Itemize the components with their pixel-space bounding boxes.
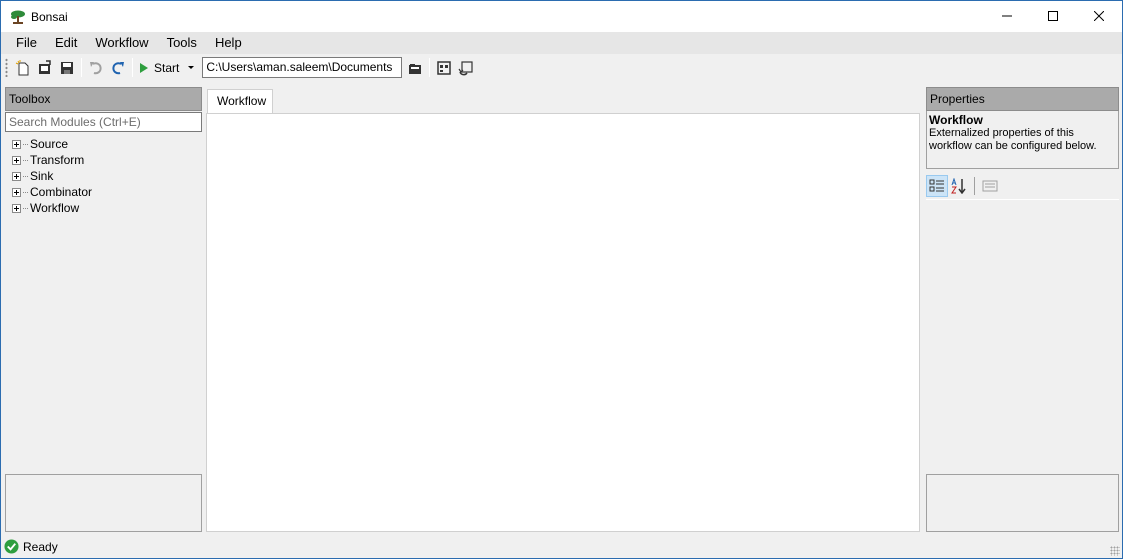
tree-connector — [23, 159, 28, 161]
property-help-panel — [926, 474, 1119, 532]
status-text: Ready — [23, 539, 58, 554]
module-tree: Source Transform Sink Combinator Workflo — [5, 136, 202, 216]
directory-path-input[interactable]: C:\Users\aman.saleem\Documents — [202, 57, 403, 78]
properties-toolbar — [926, 175, 1119, 197]
tree-connector — [23, 143, 28, 145]
toolbar-separator — [132, 58, 133, 77]
tree-connector — [23, 191, 28, 193]
properties-text: Externalized properties of this workflow… — [929, 127, 1097, 152]
menu-help[interactable]: Help — [206, 32, 251, 54]
tree-item-combinator[interactable]: Combinator — [5, 184, 202, 200]
menu-workflow[interactable]: Workflow — [86, 32, 157, 54]
close-button[interactable] — [1076, 1, 1122, 31]
properties-header: Properties — [926, 87, 1119, 111]
alphabetical-button[interactable] — [948, 175, 970, 197]
categorized-icon — [929, 179, 944, 192]
start-label: Start — [154, 60, 180, 75]
expand-icon[interactable] — [12, 203, 21, 213]
undo-button[interactable] — [85, 57, 107, 79]
properties-description: Workflow Externalized properties of this… — [926, 111, 1119, 169]
start-button[interactable]: Start — [136, 57, 200, 79]
maximize-icon — [1048, 11, 1058, 21]
status-bar: Ready — [1, 535, 1122, 558]
window-title: Bonsai — [31, 9, 68, 24]
properties-title: Workflow — [929, 113, 983, 127]
reload-extensions-button[interactable] — [455, 57, 477, 79]
open-button[interactable] — [34, 57, 56, 79]
expand-icon[interactable] — [12, 187, 21, 197]
bonsai-tree-icon — [10, 9, 26, 25]
resize-grip-icon[interactable] — [1110, 546, 1120, 556]
tree-item-label: Workflow — [30, 201, 80, 215]
maximize-button[interactable] — [1030, 1, 1076, 31]
toolbar-separator — [974, 177, 975, 195]
save-button[interactable] — [56, 57, 78, 79]
tab-workflow[interactable]: Workflow — [207, 89, 273, 114]
redo-button[interactable] — [107, 57, 129, 79]
tree-item-workflow[interactable]: Workflow — [5, 200, 202, 216]
tree-item-label: Sink — [30, 169, 54, 183]
undo-icon — [90, 61, 102, 74]
tree-item-transform[interactable]: Transform — [5, 152, 202, 168]
search-modules-input[interactable]: Search Modules (Ctrl+E) — [5, 112, 202, 132]
expand-icon[interactable] — [12, 139, 21, 149]
folder-icon — [409, 63, 422, 74]
toolbar-separator — [429, 58, 431, 77]
minimize-icon — [1002, 15, 1012, 17]
tree-connector — [23, 175, 28, 177]
open-file-icon — [39, 59, 51, 74]
check-circle-icon — [4, 539, 19, 554]
expand-icon[interactable] — [12, 155, 21, 165]
tree-item-source[interactable]: Source — [5, 136, 202, 152]
properties-divider — [926, 199, 1119, 200]
minimize-button[interactable] — [984, 1, 1030, 31]
close-icon — [1094, 11, 1104, 21]
tool-bar: Start C:\Users\aman.saleem\Documents — [1, 54, 1122, 81]
menu-file[interactable]: File — [7, 32, 46, 54]
sort-az-icon — [951, 178, 966, 194]
window-controls — [984, 1, 1122, 31]
toolbar-grip[interactable] — [5, 58, 8, 77]
expand-icon[interactable] — [12, 171, 21, 181]
menu-bar: File Edit Workflow Tools Help — [1, 32, 1122, 54]
workflow-explorer-button[interactable] — [433, 57, 455, 79]
workflow-canvas[interactable] — [206, 113, 920, 532]
new-button[interactable] — [12, 57, 34, 79]
play-icon — [140, 62, 148, 73]
redo-icon — [112, 61, 124, 74]
menu-edit[interactable]: Edit — [46, 32, 86, 54]
toolbox-panel: Toolbox Search Modules (Ctrl+E) Source T… — [5, 87, 202, 532]
new-file-icon — [15, 59, 29, 75]
toolbar-separator — [81, 58, 82, 77]
chevron-down-icon[interactable] — [188, 66, 195, 69]
tree-item-label: Source — [30, 137, 69, 151]
tree-connector — [23, 207, 28, 209]
property-pages-icon — [982, 180, 998, 192]
tree-item-sink[interactable]: Sink — [5, 168, 202, 184]
property-pages-button[interactable] — [979, 175, 1001, 197]
toolbox-description-panel — [5, 474, 202, 532]
tree-item-label: Combinator — [30, 185, 93, 199]
categorized-button[interactable] — [926, 175, 948, 197]
app-window: Bonsai File Edit Workflow Tools Help Sta… — [0, 0, 1123, 559]
title-bar: Bonsai — [1, 1, 1122, 32]
toolbox-header: Toolbox — [5, 87, 202, 111]
tree-item-label: Transform — [30, 153, 85, 167]
properties-panel: Properties Workflow Externalized propert… — [926, 87, 1119, 532]
grid-window-icon — [437, 60, 452, 75]
save-icon — [61, 61, 73, 74]
menu-tools[interactable]: Tools — [158, 32, 206, 54]
browse-folder-button[interactable] — [404, 57, 426, 79]
refresh-window-icon — [458, 60, 473, 75]
